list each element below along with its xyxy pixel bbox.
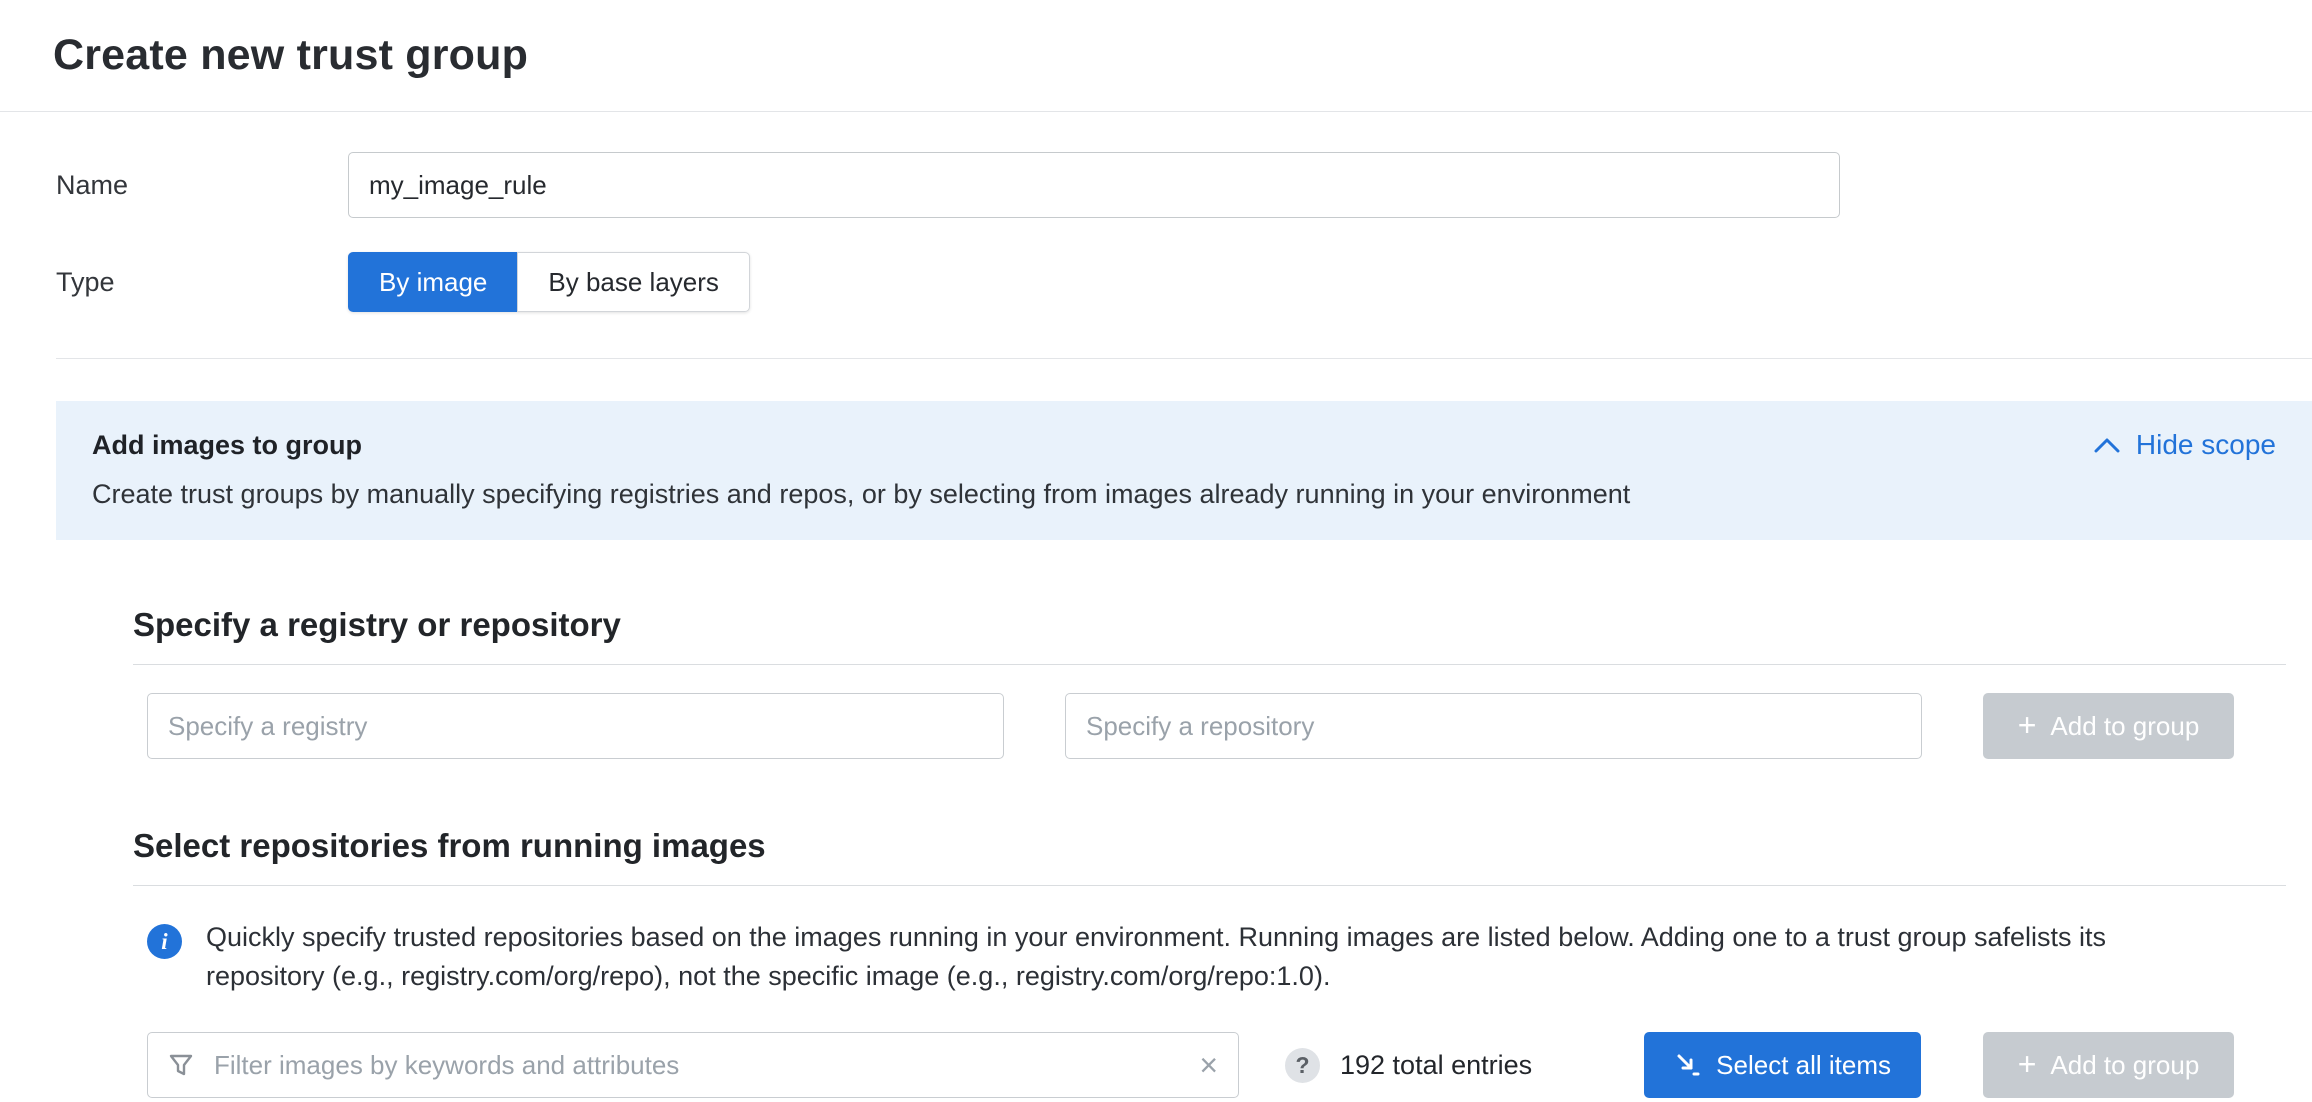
select-all-items-button[interactable]: Select all items <box>1644 1032 1921 1098</box>
name-input[interactable] <box>348 152 1840 218</box>
page-header: Create new trust group <box>0 0 2312 112</box>
filter-box: × <box>147 1032 1239 1098</box>
filter-row: × ? 192 total entries Select all items +… <box>147 1032 2234 1098</box>
select-all-items-label: Select all items <box>1716 1050 1891 1081</box>
type-option-by-image[interactable]: By image <box>348 252 517 312</box>
running-add-to-group-label: Add to group <box>2050 1050 2199 1081</box>
page-title: Create new trust group <box>53 31 528 80</box>
type-segmented-control: By image By base layers <box>348 252 750 312</box>
name-label: Name <box>56 170 348 201</box>
registry-section-heading: Specify a registry or repository <box>133 606 2286 665</box>
scope-title: Add images to group <box>92 430 362 461</box>
registry-add-to-group-label: Add to group <box>2050 711 2199 742</box>
total-entries-count: 192 total entries <box>1340 1050 1532 1081</box>
name-row: Name <box>56 152 2312 218</box>
filter-input[interactable] <box>212 1049 1181 1082</box>
plus-icon: + <box>2018 1048 2037 1080</box>
plus-icon: + <box>2018 709 2037 741</box>
chevron-up-icon <box>2094 437 2120 453</box>
hide-scope-label: Hide scope <box>2136 429 2276 461</box>
scope-card: Add images to group Hide scope Create tr… <box>56 401 2312 1098</box>
registry-input[interactable] <box>147 693 1004 759</box>
running-images-section-heading: Select repositories from running images <box>133 827 2286 886</box>
select-all-icon <box>1674 1051 1702 1079</box>
scope-body: Specify a registry or repository + Add t… <box>56 540 2312 1098</box>
clear-filter-icon[interactable]: × <box>1199 1049 1218 1081</box>
help-icon[interactable]: ? <box>1285 1048 1320 1083</box>
trust-group-form: Name Type By image By base layers <box>0 112 2312 312</box>
type-option-by-base-layers[interactable]: By base layers <box>517 252 750 312</box>
info-icon: i <box>147 924 182 959</box>
hide-scope-link[interactable]: Hide scope <box>2094 429 2276 461</box>
filter-icon <box>168 1052 194 1078</box>
registry-add-to-group-button[interactable]: + Add to group <box>1983 693 2234 759</box>
type-row: Type By image By base layers <box>56 252 2312 312</box>
running-images-info: i Quickly specify trusted repositories b… <box>147 918 2312 996</box>
scope-header: Add images to group Hide scope Create tr… <box>56 401 2312 540</box>
scope-description: Create trust groups by manually specifyi… <box>92 479 2276 510</box>
registry-inputs-row: + Add to group <box>147 693 2312 759</box>
running-add-to-group-button[interactable]: + Add to group <box>1983 1032 2234 1098</box>
type-label: Type <box>56 267 348 298</box>
running-images-info-text: Quickly specify trusted repositories bas… <box>206 918 2216 996</box>
repository-input[interactable] <box>1065 693 1922 759</box>
section-divider <box>56 358 2312 359</box>
